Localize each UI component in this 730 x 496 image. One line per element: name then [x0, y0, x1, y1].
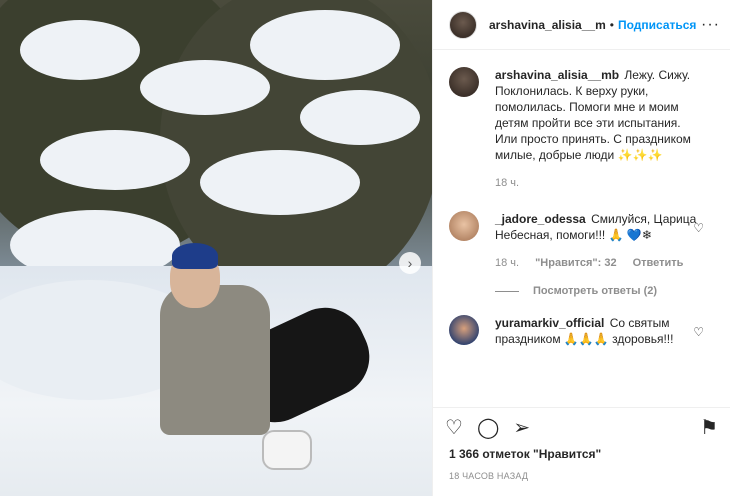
comment-row: _jadore_odessa Смилуйся, Царица Небесная… [449, 211, 714, 243]
caption-row: arshavina_alisia__mb Лежу. Сижу. Поклони… [449, 67, 714, 163]
replies-divider [495, 290, 519, 292]
person-boot [262, 430, 312, 470]
comment-row: yuramarkiv_official Со святым праздником… [449, 315, 714, 347]
separator-dot: • [609, 17, 614, 32]
caption-username[interactable]: arshavina_alisia__mb [495, 68, 619, 82]
snow-clump [300, 90, 420, 145]
post-dialog: › arshavina_alisia__m • Подписаться ··· … [0, 0, 730, 496]
like-icon[interactable]: ♡ [445, 418, 463, 438]
heart-icon[interactable]: ♡ [693, 221, 704, 235]
snow-clump [140, 60, 270, 115]
comment-meta: 18 ч. "Нравится": 32 Ответить [495, 257, 714, 269]
caption-meta: 18 ч. [495, 177, 714, 189]
more-options-icon[interactable]: ··· [701, 16, 720, 34]
snow-clump [250, 10, 400, 80]
next-photo-button[interactable]: › [399, 252, 421, 274]
heart-icon[interactable]: ♡ [693, 325, 704, 339]
comment-text-block: _jadore_odessa Смилуйся, Царица Небесная… [495, 211, 705, 243]
author-username[interactable]: arshavina_alisia__m [489, 18, 606, 32]
caption-age[interactable]: 18 ч. [495, 177, 519, 189]
comments-list[interactable]: arshavina_alisia__mb Лежу. Сижу. Поклони… [433, 51, 730, 406]
comment-avatar[interactable] [449, 315, 479, 345]
comment-icon[interactable]: ◯ [477, 418, 499, 438]
post-header: arshavina_alisia__m • Подписаться ··· [433, 0, 730, 50]
comment-age[interactable]: 18 ч. [495, 257, 519, 269]
follow-button[interactable]: Подписаться [618, 18, 696, 32]
action-bar: ♡ ◯ ➢ ⚑ [433, 407, 730, 447]
caption-text: Лежу. Сижу. Поклонилась. К верху руки, п… [495, 68, 691, 162]
comment-avatar[interactable] [449, 211, 479, 241]
comment-username[interactable]: _jadore_odessa [495, 212, 586, 226]
share-icon[interactable]: ➢ [513, 418, 530, 438]
snow-clump [20, 20, 140, 80]
caption-text-block: arshavina_alisia__mb Лежу. Сижу. Поклони… [495, 67, 705, 163]
author-avatar[interactable] [449, 10, 477, 39]
comment-username[interactable]: yuramarkiv_official [495, 316, 604, 330]
snow-clump [200, 150, 360, 215]
person-hat [172, 243, 218, 269]
chevron-right-icon: › [407, 255, 413, 271]
snow-clump [40, 130, 190, 190]
comment-text-block: yuramarkiv_official Со святым праздником… [495, 315, 705, 347]
view-replies-label: Посмотреть ответы (2) [533, 285, 658, 297]
bookmark-icon[interactable]: ⚑ [700, 418, 718, 438]
view-replies-button[interactable]: Посмотреть ответы (2) [495, 285, 714, 297]
person-coat [160, 285, 270, 435]
post-photo[interactable]: › [0, 0, 432, 496]
comment-likes[interactable]: "Нравится": 32 [535, 257, 616, 269]
caption-avatar[interactable] [449, 67, 479, 97]
likes-count[interactable]: 1 366 отметок "Нравится" [449, 447, 601, 461]
reply-button[interactable]: Ответить [633, 257, 684, 269]
post-timestamp[interactable]: 18 ЧАСОВ НАЗАД [449, 471, 528, 481]
post-side-panel: arshavina_alisia__m • Подписаться ··· ar… [432, 0, 730, 496]
